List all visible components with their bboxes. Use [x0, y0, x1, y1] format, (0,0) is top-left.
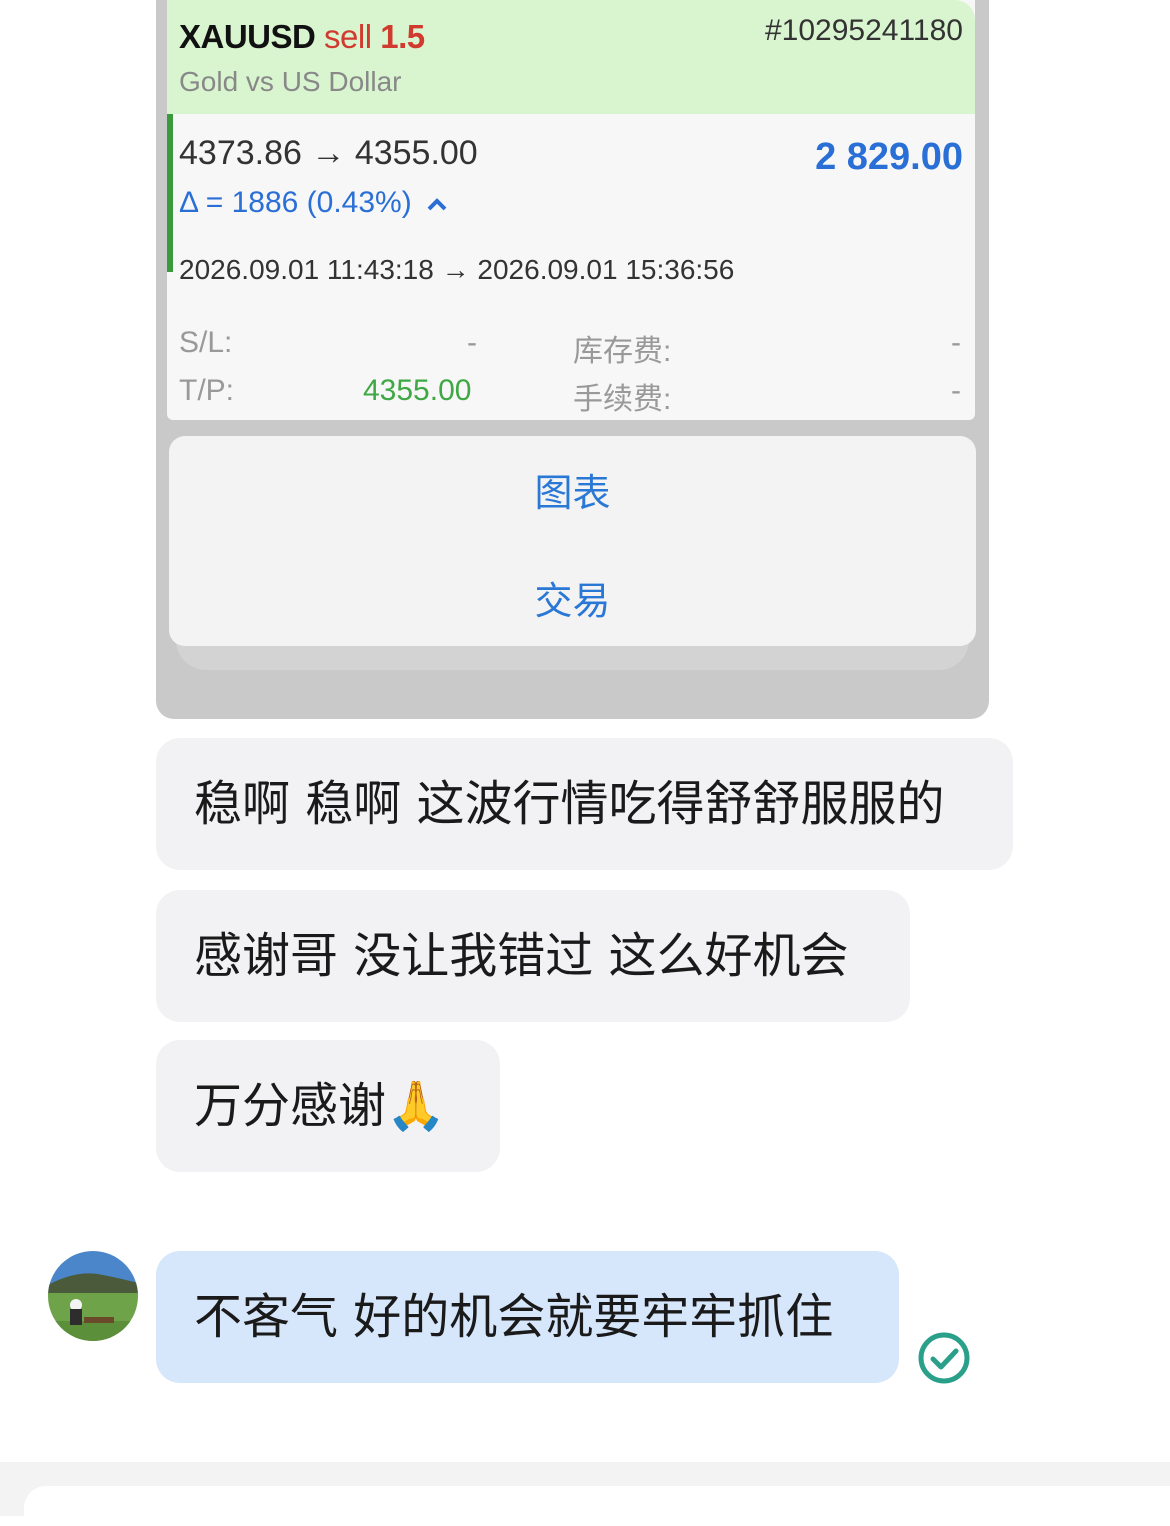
message-text: 万分感谢🙏: [194, 1078, 446, 1134]
open-price: 4373.86: [179, 134, 302, 172]
close-price: 4355.00: [354, 134, 478, 172]
tp-value: 4355.00: [363, 374, 472, 407]
delta-text: Δ = 1886 (0.43%): [179, 186, 412, 219]
trade-side: sell: [324, 18, 372, 55]
message-text: 稳啊 稳啊 这波行情吃得舒舒服服的: [194, 776, 945, 832]
symbol-description: Gold vs US Dollar: [179, 66, 402, 97]
message-bubble-mine[interactable]: 不客气 好的机会就要牢牢抓住: [156, 1251, 899, 1383]
arrow-icon: →: [311, 134, 346, 172]
sl-value: -: [467, 326, 477, 359]
swap-label: 库存费:: [573, 335, 672, 368]
symbol-line: XAUUSD sell 1.5: [179, 18, 425, 56]
swap-value: -: [951, 326, 961, 359]
commission-label: 手续费:: [573, 383, 672, 416]
message-input[interactable]: [24, 1486, 1170, 1526]
price-delta: Δ = 1886 (0.43%): [179, 186, 448, 220]
symbol: XAUUSD: [179, 18, 316, 55]
sl-label: S/L:: [179, 326, 233, 359]
price-range: 4373.86 → 4355.00: [179, 134, 478, 173]
trade-screenshot-image[interactable]: XAUUSD sell 1.5 #10295241180 Gold vs US …: [156, 0, 989, 719]
message-text: 不客气 好的机会就要牢牢抓住: [194, 1289, 834, 1345]
arrow-icon: →: [441, 254, 470, 285]
menu-item-trade[interactable]: 交易: [169, 570, 976, 625]
tp-label: T/P:: [179, 374, 235, 407]
ticket-number: #10295241180: [765, 14, 963, 47]
avatar[interactable]: [48, 1251, 138, 1341]
message-bubble[interactable]: 感谢哥 没让我错过 这么好机会: [156, 890, 910, 1022]
commission-value: -: [951, 374, 961, 407]
chevron-up-icon: [427, 198, 447, 211]
message-bubble[interactable]: 稳啊 稳啊 这波行情吃得舒舒服服的: [156, 738, 1013, 870]
menu-item-chart[interactable]: 图表: [169, 462, 976, 517]
time-range: 2026.09.01 11:43:18 → 2026.09.01 15:36:5…: [179, 254, 734, 286]
profit-value: 2 829.00: [815, 136, 963, 178]
avatar-image: [48, 1251, 138, 1341]
trade-position-card: XAUUSD sell 1.5 #10295241180 Gold vs US …: [167, 0, 975, 420]
open-time: 2026.09.01 11:43:18: [179, 254, 434, 285]
message-text: 感谢哥 没让我错过 这么好机会: [194, 928, 849, 984]
message-bubble[interactable]: 万分感谢🙏: [156, 1040, 500, 1172]
context-menu: 图表 交易: [169, 436, 976, 646]
position-header: XAUUSD sell 1.5 #10295241180 Gold vs US …: [167, 0, 975, 114]
close-time: 2026.09.01 15:36:56: [477, 254, 735, 285]
check-circle-icon: [918, 1332, 970, 1384]
lot-size: 1.5: [380, 18, 425, 55]
